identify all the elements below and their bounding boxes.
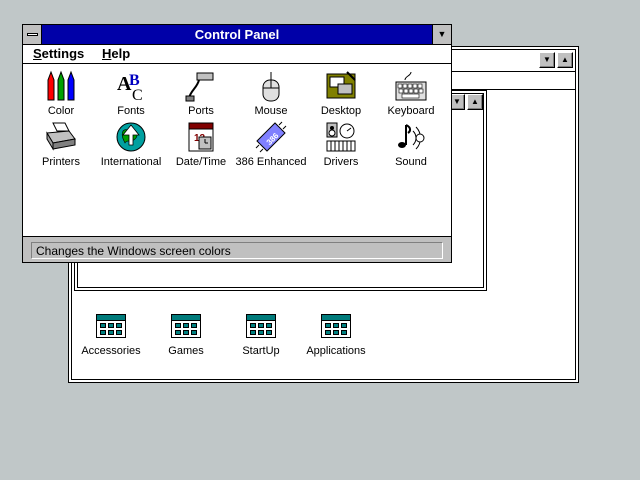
cp-item-color[interactable]: Color	[23, 70, 99, 117]
cp-item-desktop[interactable]: Desktop	[303, 70, 379, 117]
color-icon	[45, 70, 77, 102]
group-label: StartUp	[242, 345, 280, 357]
svg-text:C: C	[132, 87, 143, 102]
maximize-button[interactable]: ▲	[467, 94, 483, 110]
item-label: Printers	[42, 156, 80, 168]
cp-item-mouse[interactable]: Mouse	[233, 70, 309, 117]
group-applications[interactable]: Applications	[296, 314, 376, 357]
chip-icon: 386	[255, 121, 287, 153]
group-games[interactable]: Games	[146, 314, 226, 357]
group-label: Games	[168, 345, 204, 357]
cp-item-sound[interactable]: Sound	[373, 121, 449, 168]
group-startup[interactable]: StartUp	[221, 314, 301, 357]
status-bar: Changes the Windows screen colors	[23, 236, 451, 262]
item-label: Date/Time	[175, 156, 227, 168]
item-label: Keyboard	[387, 105, 435, 117]
drivers-icon	[325, 121, 357, 153]
title-bar[interactable]: Control Panel ▼	[23, 25, 451, 45]
desktop-icon	[325, 70, 357, 102]
globe-icon	[115, 121, 147, 153]
cp-item-fonts[interactable]: A B C Fonts	[93, 70, 169, 117]
printers-icon	[45, 121, 77, 153]
status-panel: Changes the Windows screen colors	[31, 242, 443, 259]
keyboard-icon	[395, 70, 427, 102]
cp-item-printers[interactable]: Printers	[23, 121, 99, 168]
scroll-down-button[interactable]: ▼	[539, 52, 555, 68]
program-group-icon	[96, 314, 126, 338]
group-label: Accessories	[81, 345, 141, 357]
system-menu-button[interactable]	[23, 25, 42, 44]
program-group-icon	[246, 314, 276, 338]
item-label: Sound	[395, 156, 427, 168]
scroll-up-button[interactable]: ▲	[557, 52, 573, 68]
item-label: Fonts	[117, 105, 145, 117]
ports-icon	[185, 70, 217, 102]
program-group-icon	[171, 314, 201, 338]
item-label: Mouse	[254, 105, 288, 117]
control-panel-window[interactable]: Control Panel ▼ Settings Help Color A B	[22, 24, 452, 263]
icon-area: Color A B C Fonts Ports Mouse Desktop Ke…	[23, 64, 451, 236]
item-label: Desktop	[320, 105, 362, 117]
program-group-icon	[321, 314, 351, 338]
item-label: 386 Enhanced	[235, 156, 307, 168]
sound-icon	[395, 121, 427, 153]
cp-item-drivers[interactable]: Drivers	[303, 121, 379, 168]
cp-item-date-time[interactable]: 12 Date/Time	[163, 121, 239, 168]
group-label: Applications	[306, 345, 366, 357]
item-label: Ports	[188, 105, 214, 117]
cp-item-international[interactable]: International	[93, 121, 169, 168]
cp-item-ports[interactable]: Ports	[163, 70, 239, 117]
menu-bar: Settings Help	[23, 45, 451, 64]
item-label: International	[100, 156, 162, 168]
group-accessories[interactable]: Accessories	[71, 314, 151, 357]
item-label: Color	[47, 105, 75, 117]
mouse-icon	[255, 70, 287, 102]
cp-item-386-enhanced[interactable]: 386 386 Enhanced	[233, 121, 309, 168]
minimize-button[interactable]: ▼	[432, 25, 451, 44]
item-label: Drivers	[323, 156, 359, 168]
status-text: Changes the Windows screen colors	[36, 244, 231, 258]
menu-settings[interactable]: Settings	[33, 46, 84, 61]
cp-item-keyboard[interactable]: Keyboard	[373, 70, 449, 117]
calendar-clock-icon: 12	[185, 121, 217, 153]
window-title: Control Panel	[194, 27, 280, 42]
menu-help[interactable]: Help	[102, 46, 130, 61]
fonts-icon: A B C	[115, 70, 147, 104]
